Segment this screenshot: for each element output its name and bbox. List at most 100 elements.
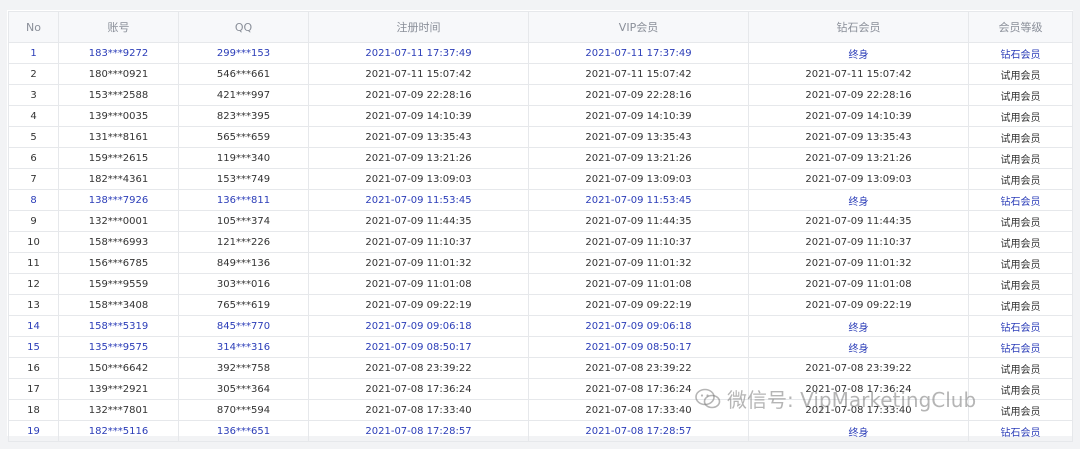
cell-qq: 314***316 (178, 336, 309, 358)
cell-no: 13 (8, 294, 59, 316)
cell-vip-member: 2021-07-09 09:22:19 (528, 294, 749, 316)
cell-qq: 845***770 (178, 315, 309, 337)
cell-qq: 421***997 (178, 84, 309, 106)
cell-registered-time: 2021-07-09 09:22:19 (308, 294, 529, 316)
cell-account: 138***7926 (58, 189, 179, 211)
cell-member-level: 试用会员 (968, 273, 1073, 295)
cell-account: 139***2921 (58, 378, 179, 400)
cell-vip-member: 2021-07-09 11:01:08 (528, 273, 749, 295)
cell-diamond-member: 2021-07-09 13:21:26 (748, 147, 969, 169)
cell-member-level: 钻石会员 (968, 420, 1073, 442)
table-row[interactable]: 16 150***6642 392***758 2021-07-08 23:39:22… (8, 357, 1073, 379)
table-row[interactable]: 8 138***7926 136***811 2021-07-09 11:53:45 2… (8, 189, 1073, 211)
cell-account: 182***4361 (58, 168, 179, 190)
cell-member-level: 试用会员 (968, 357, 1073, 379)
cell-diamond-member: 终身 (748, 336, 969, 358)
cell-member-level: 试用会员 (968, 147, 1073, 169)
table-row[interactable]: 4 139***0035 823***395 2021-07-09 14:10:39 2… (8, 105, 1073, 127)
cell-vip-member: 2021-07-09 11:10:37 (528, 231, 749, 253)
cell-registered-time: 2021-07-09 11:53:45 (308, 189, 529, 211)
cell-registered-time: 2021-07-08 17:36:24 (308, 378, 529, 400)
cell-member-level: 试用会员 (968, 63, 1073, 85)
column-header-registered-time[interactable]: 注册时间 (308, 11, 529, 43)
table-row[interactable]: 9 132***0001 105***374 2021-07-09 11:44:35 2… (8, 210, 1073, 232)
cell-diamond-member: 终身 (748, 42, 969, 64)
cell-no: 3 (8, 84, 59, 106)
cell-qq: 153***749 (178, 168, 309, 190)
column-header-diamond-member[interactable]: 钻石会员 (748, 11, 969, 43)
table-row[interactable]: 3 153***2588 421***997 2021-07-09 22:28:16 2… (8, 84, 1073, 106)
table-row[interactable]: 6 159***2615 119***340 2021-07-09 13:21:26 2… (8, 147, 1073, 169)
column-header-no[interactable]: No (8, 11, 59, 43)
cell-member-level: 试用会员 (968, 231, 1073, 253)
column-header-account[interactable]: 账号 (58, 11, 179, 43)
cell-registered-time: 2021-07-11 15:07:42 (308, 63, 529, 85)
cell-vip-member: 2021-07-09 14:10:39 (528, 105, 749, 127)
cell-account: 182***5116 (58, 420, 179, 442)
cell-member-level: 试用会员 (968, 105, 1073, 127)
cell-no: 15 (8, 336, 59, 358)
cell-vip-member: 2021-07-09 13:21:26 (528, 147, 749, 169)
cell-diamond-member: 2021-07-09 09:22:19 (748, 294, 969, 316)
cell-no: 16 (8, 357, 59, 379)
cell-qq: 870***594 (178, 399, 309, 421)
cell-diamond-member: 2021-07-09 14:10:39 (748, 105, 969, 127)
table-row[interactable]: 2 180***0921 546***661 2021-07-11 15:07:42 2… (8, 63, 1073, 85)
cell-account: 131***8161 (58, 126, 179, 148)
cell-no: 12 (8, 273, 59, 295)
cell-registered-time: 2021-07-08 17:28:57 (308, 420, 529, 442)
cell-vip-member: 2021-07-08 17:28:57 (528, 420, 749, 442)
cell-account: 158***5319 (58, 315, 179, 337)
cell-no: 5 (8, 126, 59, 148)
cell-diamond-member: 2021-07-08 17:33:40 (748, 399, 969, 421)
cell-registered-time: 2021-07-09 09:06:18 (308, 315, 529, 337)
table-row[interactable]: 10 158***6993 121***226 2021-07-09 11:10:37… (8, 231, 1073, 253)
cell-account: 159***9559 (58, 273, 179, 295)
cell-account: 180***0921 (58, 63, 179, 85)
cell-account: 135***9575 (58, 336, 179, 358)
table-row[interactable]: 13 158***3408 765***619 2021-07-09 09:22:19… (8, 294, 1073, 316)
cell-member-level: 试用会员 (968, 399, 1073, 421)
cell-registered-time: 2021-07-09 08:50:17 (308, 336, 529, 358)
cell-member-level: 试用会员 (968, 210, 1073, 232)
column-header-member-level[interactable]: 会员等级 (968, 11, 1073, 43)
cell-registered-time: 2021-07-09 13:09:03 (308, 168, 529, 190)
table-row[interactable]: 19 182***5116 136***651 2021-07-08 17:28:57… (8, 420, 1073, 442)
table-row[interactable]: 14 158***5319 845***770 2021-07-09 09:06:18… (8, 315, 1073, 337)
cell-registered-time: 2021-07-11 17:37:49 (308, 42, 529, 64)
cell-qq: 105***374 (178, 210, 309, 232)
cell-account: 139***0035 (58, 105, 179, 127)
cell-account: 132***7801 (58, 399, 179, 421)
cell-vip-member: 2021-07-09 11:44:35 (528, 210, 749, 232)
cell-account: 158***3408 (58, 294, 179, 316)
cell-vip-member: 2021-07-08 17:36:24 (528, 378, 749, 400)
cell-registered-time: 2021-07-08 23:39:22 (308, 357, 529, 379)
table-row[interactable]: 17 139***2921 305***364 2021-07-08 17:36:24… (8, 378, 1073, 400)
table-row[interactable]: 11 156***6785 849***136 2021-07-09 11:01:32… (8, 252, 1073, 274)
cell-diamond-member: 终身 (748, 420, 969, 442)
table-row[interactable]: 15 135***9575 314***316 2021-07-09 08:50:17… (8, 336, 1073, 358)
cell-vip-member: 2021-07-09 22:28:16 (528, 84, 749, 106)
table-row[interactable]: 12 159***9559 303***016 2021-07-09 11:01:08… (8, 273, 1073, 295)
column-header-vip-member[interactable]: VIP会员 (528, 11, 749, 43)
cell-account: 150***6642 (58, 357, 179, 379)
cell-member-level: 试用会员 (968, 84, 1073, 106)
cell-vip-member: 2021-07-08 23:39:22 (528, 357, 749, 379)
cell-qq: 392***758 (178, 357, 309, 379)
cell-diamond-member: 2021-07-08 23:39:22 (748, 357, 969, 379)
table-row[interactable]: 5 131***8161 565***659 2021-07-09 13:35:43 2… (8, 126, 1073, 148)
cell-registered-time: 2021-07-09 13:35:43 (308, 126, 529, 148)
cell-vip-member: 2021-07-09 13:09:03 (528, 168, 749, 190)
table-body: 1 183***9272 299***153 2021-07-11 17:37:49 2… (8, 42, 1073, 442)
table-row[interactable]: 7 182***4361 153***749 2021-07-09 13:09:03 2… (8, 168, 1073, 190)
cell-registered-time: 2021-07-09 13:21:26 (308, 147, 529, 169)
table-row[interactable]: 18 132***7801 870***594 2021-07-08 17:33:40… (8, 399, 1073, 421)
cell-no: 7 (8, 168, 59, 190)
column-header-qq[interactable]: QQ (178, 11, 309, 43)
cell-account: 132***0001 (58, 210, 179, 232)
cell-qq: 299***153 (178, 42, 309, 64)
cell-registered-time: 2021-07-09 14:10:39 (308, 105, 529, 127)
table-row[interactable]: 1 183***9272 299***153 2021-07-11 17:37:49 2… (8, 42, 1073, 64)
cell-diamond-member: 终身 (748, 189, 969, 211)
cell-registered-time: 2021-07-09 11:10:37 (308, 231, 529, 253)
